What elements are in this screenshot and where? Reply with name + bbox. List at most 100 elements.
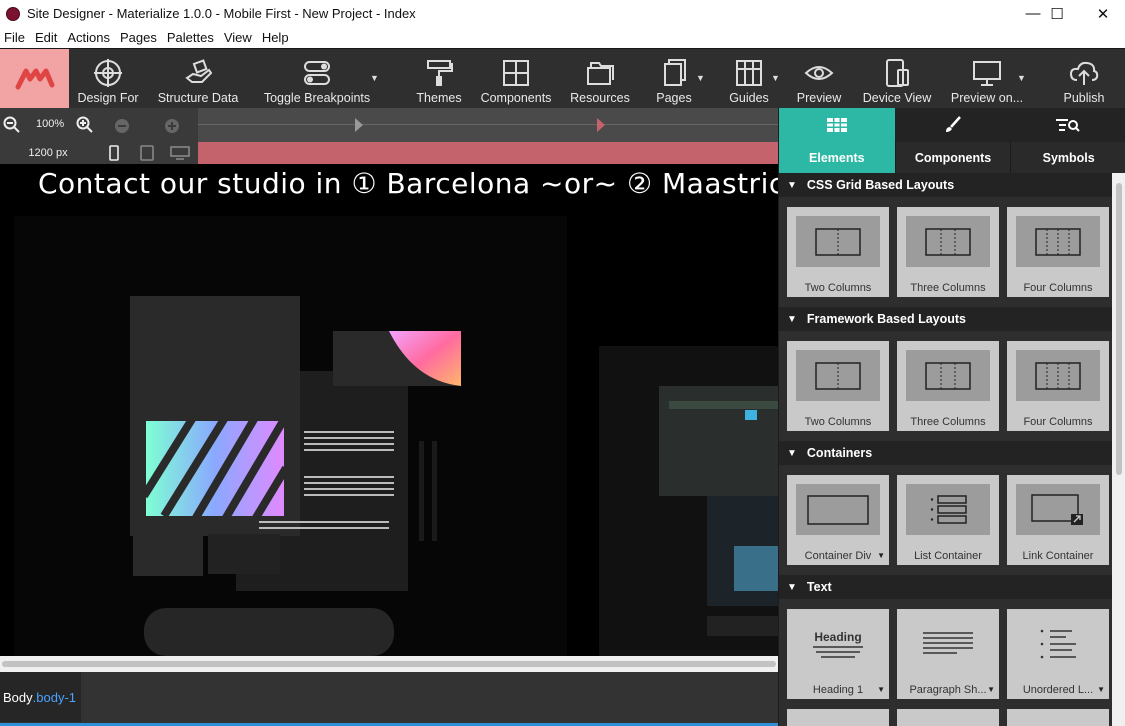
menu-view[interactable]: View	[220, 30, 256, 45]
breakpoints-caret-icon[interactable]: ▼	[370, 73, 379, 83]
panel-vertical-scrollbar[interactable]	[1112, 173, 1125, 726]
section-text[interactable]: ▼ Text	[779, 575, 1112, 599]
section-title: Containers	[806, 446, 873, 460]
element-unordered-list[interactable]: Unordered L... ▼	[1007, 609, 1109, 699]
pages-icon	[664, 59, 686, 86]
menu-palettes[interactable]: Palettes	[163, 30, 218, 45]
collapse-triangle-icon: ▼	[787, 581, 797, 593]
zoom-in-icon[interactable]	[76, 116, 94, 134]
element-heading-1[interactable]: Heading Heading 1 ▼	[787, 609, 889, 699]
app-mockup-image[interactable]	[599, 346, 778, 656]
canvas-heading[interactable]: Contact our studio in ① Barcelona ~or~ ②…	[38, 167, 778, 200]
device-view-button[interactable]: Device View	[858, 49, 936, 109]
panel-mode-tabs	[779, 108, 1125, 142]
app-logo	[0, 49, 69, 109]
four-columns-icon	[1016, 216, 1100, 267]
breakpoint-marker-icon[interactable]	[354, 117, 364, 133]
elements-panel: Elements Components Symbols ▼ CSS Grid B…	[778, 108, 1125, 726]
publish-label: Publish	[1063, 91, 1105, 105]
breakpoint-ruler[interactable]	[198, 108, 778, 142]
scrollbar-thumb[interactable]	[2, 661, 776, 667]
card-caret-icon[interactable]: ▼	[1097, 685, 1105, 694]
ruler-line	[198, 124, 778, 125]
desktop-view-icon[interactable]	[170, 146, 190, 160]
element-fw-four-columns[interactable]: Four Columns	[1007, 341, 1109, 431]
viewport-width: 1200 px	[28, 147, 68, 159]
hero-image[interactable]	[14, 216, 567, 656]
preview-button[interactable]: Preview	[794, 49, 844, 109]
section-framework-layouts[interactable]: ▼ Framework Based Layouts	[779, 307, 1112, 331]
pages-caret-icon[interactable]: ▼	[696, 73, 705, 83]
preview-label: Preview	[796, 91, 842, 105]
section-css-grid-layouts[interactable]: ▼ CSS Grid Based Layouts	[779, 173, 1112, 197]
element-four-columns[interactable]: Four Columns	[1007, 207, 1109, 297]
design-for-button[interactable]: Design For	[77, 49, 139, 109]
selected-element-class: .body-1	[32, 689, 77, 705]
panel-scrollbar-thumb[interactable]	[1116, 183, 1122, 475]
maximize-button[interactable]: ☐	[1034, 0, 1080, 27]
element-list-container[interactable]: List Container	[897, 475, 999, 565]
card-caret-icon[interactable]: ▼	[987, 685, 995, 694]
pages-button[interactable]: Pages	[652, 49, 696, 109]
zoom-out-icon[interactable]	[3, 116, 21, 134]
breakpoint-range-bar[interactable]	[198, 142, 778, 164]
element-fw-two-columns[interactable]: Two Columns	[787, 341, 889, 431]
tab-search-mode[interactable]	[1010, 108, 1125, 142]
menu-actions[interactable]: Actions	[63, 30, 114, 45]
section-containers[interactable]: ▼ Containers	[779, 441, 1112, 465]
resources-button[interactable]: Resources	[568, 49, 632, 109]
menu-help[interactable]: Help	[258, 30, 293, 45]
app-icon	[6, 6, 20, 21]
guides-caret-icon[interactable]: ▼	[771, 73, 780, 83]
design-canvas[interactable]: Contact our studio in ① Barcelona ~or~ ②…	[0, 164, 778, 656]
card-label: Four Columns	[1023, 416, 1093, 428]
themes-label: Themes	[416, 91, 462, 105]
tab-symbols[interactable]: Symbols	[1010, 142, 1125, 173]
close-button[interactable]: ✕	[1080, 0, 1125, 27]
card-caret-icon[interactable]: ▼	[877, 551, 885, 560]
element-two-columns[interactable]: Two Columns	[787, 207, 889, 297]
components-button[interactable]: Components	[478, 49, 554, 109]
toggle-breakpoints-button[interactable]: Toggle Breakpoints	[262, 49, 372, 109]
element-fw-three-columns[interactable]: Three Columns	[897, 341, 999, 431]
menu-file[interactable]: File	[0, 30, 29, 45]
paragraph-icon	[906, 618, 990, 669]
preview-on-caret-icon[interactable]: ▼	[1017, 73, 1026, 83]
device-view-label: Device View	[862, 91, 932, 105]
element-paragraph[interactable]: Paragraph Sh... ▼	[897, 609, 999, 699]
toggle-icon	[304, 61, 330, 85]
menu-edit[interactable]: Edit	[31, 30, 61, 45]
tab-style-mode[interactable]	[894, 108, 1011, 142]
element-container-div[interactable]: Container Div ▼	[787, 475, 889, 565]
element-next-row-partial[interactable]	[1007, 709, 1109, 726]
design-for-label: Design For	[77, 91, 139, 105]
element-next-row-partial[interactable]	[787, 709, 889, 726]
breakpoint-marker-active-icon[interactable]	[596, 117, 606, 133]
card-caret-icon[interactable]: ▼	[877, 685, 885, 694]
guides-button[interactable]: Guides	[726, 49, 772, 109]
preview-on-label: Preview on...	[950, 91, 1024, 105]
element-next-row-partial[interactable]	[897, 709, 999, 726]
tab-components[interactable]: Components	[894, 142, 1011, 173]
publish-button[interactable]: Publish	[1058, 49, 1110, 109]
phone-view-icon[interactable]	[108, 145, 120, 161]
preview-on-button[interactable]: Preview on...	[948, 49, 1026, 109]
tab-elements-mode[interactable]	[779, 108, 895, 142]
structure-data-label: Structure Data	[157, 91, 239, 105]
menu-pages[interactable]: Pages	[116, 30, 161, 45]
remove-breakpoint-icon[interactable]	[114, 118, 130, 134]
structure-data-button[interactable]: Structure Data	[155, 49, 241, 109]
themes-button[interactable]: Themes	[412, 49, 466, 109]
panel-tabs: Elements Components Symbols	[779, 142, 1125, 173]
canvas-horizontal-scrollbar[interactable]	[0, 656, 778, 672]
tab-elements[interactable]: Elements	[779, 142, 895, 173]
card-label: Two Columns	[804, 282, 872, 294]
add-breakpoint-icon[interactable]	[164, 118, 180, 134]
section-title: CSS Grid Based Layouts	[806, 178, 955, 192]
card-label: Container Div	[804, 550, 872, 562]
selected-element-tag[interactable]: Body .body-1	[0, 672, 81, 722]
element-three-columns[interactable]: Three Columns	[897, 207, 999, 297]
element-link-container[interactable]: Link Container	[1007, 475, 1109, 565]
main-toolbar: Design For Structure Data Toggle Breakpo…	[0, 48, 1125, 109]
tablet-view-icon[interactable]	[140, 145, 154, 161]
